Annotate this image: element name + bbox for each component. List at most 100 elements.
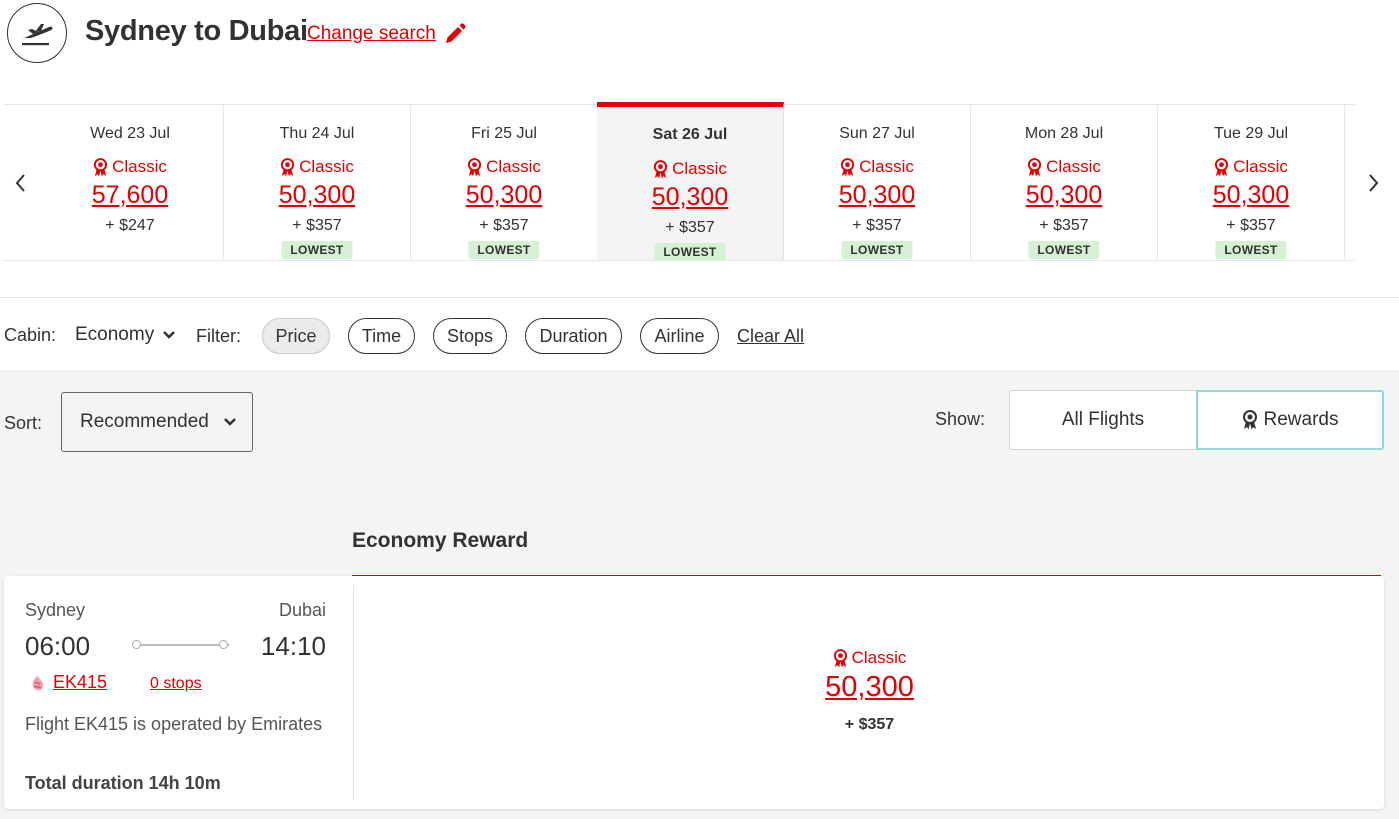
fare-type-label: Classic: [112, 157, 167, 176]
chevron-down-icon: [163, 331, 176, 339]
date-option[interactable]: Fri 25 Jul Classic 50,300 + $357 LOWEST: [411, 105, 598, 260]
filter-bar: Cabin: Economy Filter: Price Time Stops …: [0, 298, 1399, 372]
date-option[interactable]: Mon 28 Jul Classic 50,300 + $357 LOWEST: [971, 105, 1158, 260]
fare-points[interactable]: 50,300: [355, 671, 1384, 704]
fare-type: Classic: [224, 157, 410, 177]
date-option[interactable]: Tue 29 Jul Classic 50,300 + $357 LOWEST: [1158, 105, 1345, 260]
clear-all-link[interactable]: Clear All: [737, 326, 804, 347]
fare-type: Classic: [1158, 157, 1344, 177]
lowest-badge: LOWEST: [281, 241, 353, 259]
stops-link[interactable]: 0 stops: [150, 675, 202, 693]
fare-type: Classic: [971, 157, 1157, 177]
date-label: Tue 29 Jul: [1213, 125, 1289, 142]
rewards-toggle[interactable]: Rewards: [1196, 390, 1384, 450]
filter-label: Filter:: [196, 326, 241, 346]
date-option[interactable]: Wed 23 Jul Classic 57,600 + $247: [37, 105, 224, 260]
fare-type: Classic: [37, 157, 223, 177]
arrival-time: 14:10: [260, 631, 326, 661]
departure-time: 06:00: [25, 631, 91, 661]
date-cash: + $247: [105, 217, 155, 234]
fare-type: Classic: [784, 157, 970, 177]
date-points[interactable]: 50,300: [784, 181, 970, 210]
sort-value: Recommended: [80, 411, 209, 432]
date-label: Sun 27 Jul: [839, 125, 915, 142]
show-label: Show:: [935, 409, 986, 429]
date-points[interactable]: 50,300: [971, 181, 1157, 210]
fare-type-label: Classic: [859, 157, 914, 176]
fare-type-label: Classic: [672, 159, 727, 178]
fare-cash: + $357: [844, 716, 895, 733]
page-title: Sydney to Dubai: [85, 15, 308, 47]
next-dates-button[interactable]: [1354, 104, 1394, 261]
change-search-link[interactable]: Change search: [307, 23, 436, 45]
emirates-logo-icon: [28, 674, 48, 694]
date-cash: + $357: [852, 217, 902, 234]
date-option[interactable]: Sun 27 Jul Classic 50,300 + $357 LOWEST: [784, 105, 971, 260]
fare-type-label: Classic: [1233, 157, 1288, 176]
cabin-label: Cabin:: [4, 325, 57, 345]
award-ribbon-icon: [1215, 157, 1229, 176]
date-label: Mon 28 Jul: [1024, 125, 1104, 142]
date-cash: + $357: [665, 219, 715, 236]
all-flights-toggle[interactable]: All Flights: [1009, 390, 1197, 450]
date-cash: + $357: [292, 217, 342, 234]
date-points[interactable]: 50,300: [411, 181, 597, 210]
fare-type: Classic: [411, 157, 597, 177]
date-points[interactable]: 50,300: [597, 183, 783, 212]
date-label: Wed 23 Jul: [90, 125, 170, 142]
chevron-down-icon: [223, 418, 236, 426]
award-ribbon-icon: [1242, 410, 1257, 430]
filter-chip-duration[interactable]: Duration: [525, 318, 622, 354]
date-option[interactable]: Thu 24 Jul Classic 50,300 + $357 LOWEST: [224, 105, 411, 260]
fare-type: Classic: [597, 159, 783, 179]
fare-type: Classic: [355, 648, 1384, 668]
date-points[interactable]: 50,300: [224, 181, 410, 210]
rewards-label: Rewards: [1263, 409, 1339, 430]
chevron-right-icon: [1369, 173, 1379, 192]
fare-type-label: Classic: [1046, 157, 1101, 176]
fare-type-label: Classic: [486, 157, 541, 176]
award-ribbon-icon: [281, 157, 295, 176]
route-end-dot: [219, 640, 228, 649]
award-ribbon-icon: [94, 157, 108, 176]
date-label: Sat 26 Jul: [652, 126, 728, 143]
lowest-badge: LOWEST: [468, 241, 540, 259]
fare-column-heading: Economy Reward: [352, 529, 529, 552]
date-points[interactable]: 57,600: [37, 181, 223, 210]
date-label: Fri 25 Jul: [471, 125, 537, 142]
economy-reward-fare[interactable]: Classic 50,300 + $357: [355, 585, 1384, 800]
cabin-select[interactable]: Economy: [75, 324, 176, 346]
sort-select[interactable]: Recommended: [61, 392, 253, 452]
results-area: Sort: Recommended Show: All Flights Rewa…: [0, 371, 1399, 819]
lowest-badge: LOWEST: [1028, 241, 1100, 259]
date-points[interactable]: 50,300: [1158, 181, 1344, 210]
lowest-badge: LOWEST: [841, 241, 913, 259]
award-ribbon-icon: [833, 648, 847, 667]
filter-chip-price[interactable]: Price: [262, 318, 330, 354]
lowest-badge: LOWEST: [654, 243, 726, 261]
plane-departure-icon: [7, 3, 67, 63]
page-header: Sydney to Dubai Change search: [0, 0, 1399, 70]
date-option[interactable]: Sat 26 Jul Classic 50,300 + $357 LOWEST: [597, 102, 784, 261]
date-cash: + $357: [479, 217, 529, 234]
award-ribbon-icon: [841, 157, 855, 176]
filter-chip-stops[interactable]: Stops: [433, 318, 507, 354]
date-cash: + $357: [1226, 217, 1276, 234]
destination-city: Dubai: [278, 600, 326, 620]
operated-by-text: Flight EK415 is operated by Emirates: [25, 714, 323, 734]
filter-chip-time[interactable]: Time: [348, 318, 415, 354]
lowest-badge: LOWEST: [1215, 241, 1287, 259]
award-ribbon-icon: [654, 159, 668, 178]
fare-type-label: Classic: [299, 157, 354, 176]
route-line: [135, 644, 229, 646]
flight-card: Sydney Dubai 06:00 14:10 EK415 0 stops F…: [4, 576, 1384, 809]
date-cash: + $357: [1039, 217, 1089, 234]
date-label: Thu 24 Jul: [279, 125, 355, 142]
flight-number-link[interactable]: EK415: [53, 672, 107, 693]
route-start-dot: [132, 640, 141, 649]
pencil-icon[interactable]: [441, 22, 467, 48]
filter-chip-airline[interactable]: Airline: [640, 318, 719, 354]
total-duration: Total duration 14h 10m: [25, 773, 221, 793]
flight-details: Sydney Dubai 06:00 14:10 EK415 0 stops F…: [4, 585, 354, 800]
date-selector: Wed 23 Jul Classic 57,600 + $247 Thu 24 Jul C…: [4, 102, 1355, 261]
